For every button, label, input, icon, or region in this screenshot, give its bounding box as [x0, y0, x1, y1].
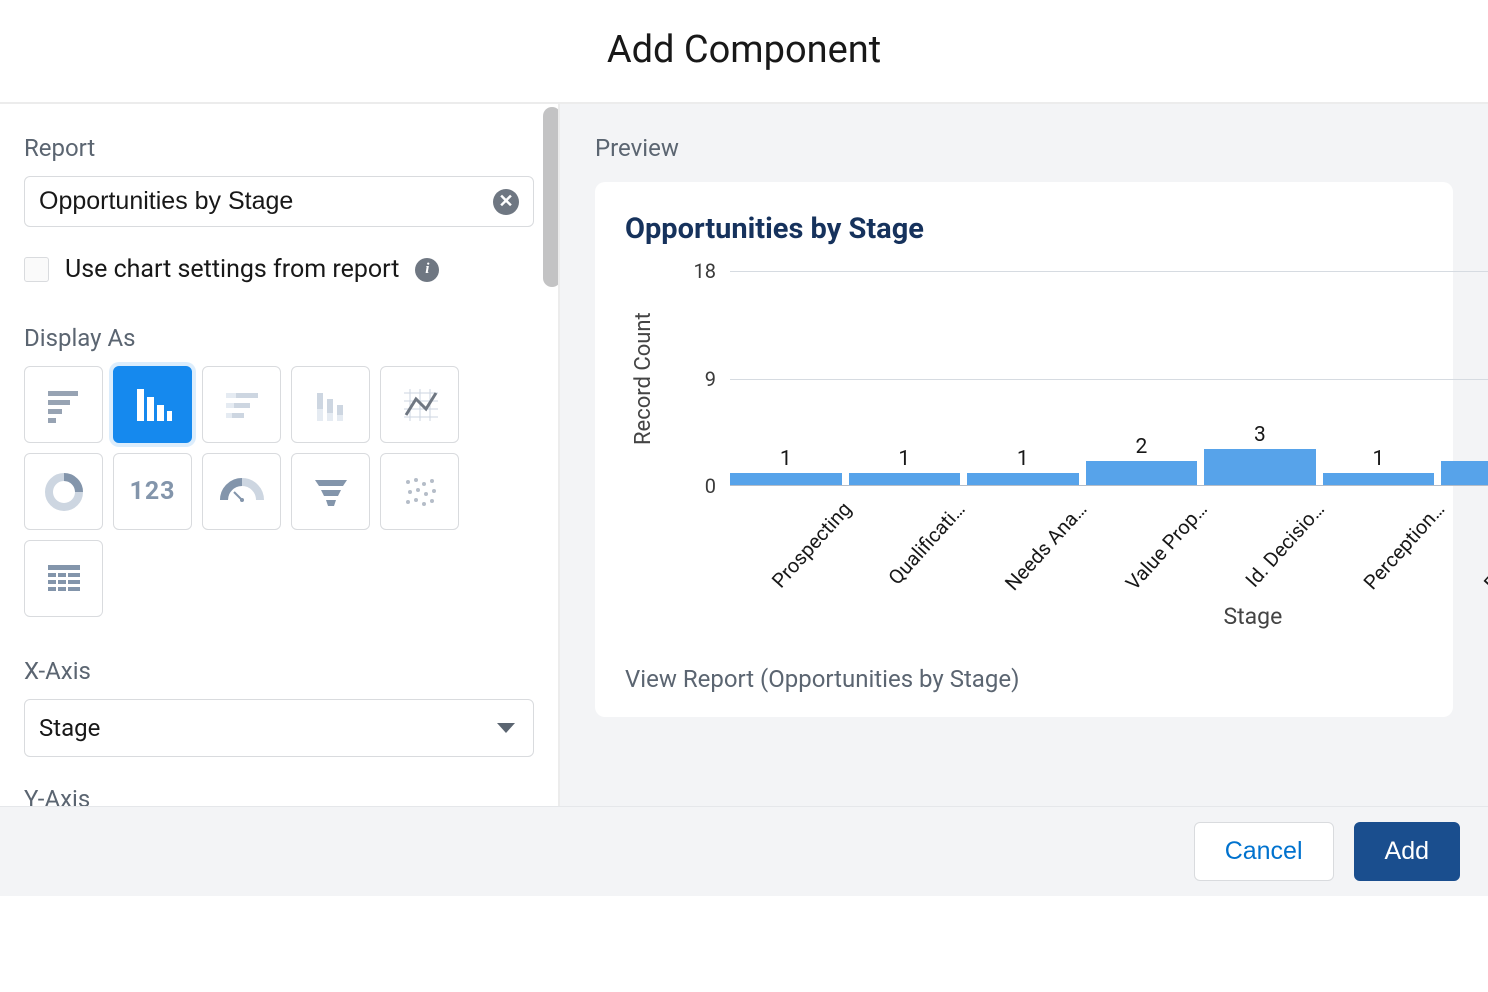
chevron-down-icon: [497, 723, 515, 733]
display-as-label: Display As: [24, 324, 534, 352]
display-donut-icon[interactable]: [24, 453, 103, 530]
add-button[interactable]: Add: [1354, 822, 1460, 881]
bar-rect[interactable]: [1204, 449, 1316, 485]
bar-col: 1: [1323, 271, 1435, 485]
use-chart-settings-checkbox[interactable]: [24, 257, 49, 282]
bar-value-label: 3: [1254, 423, 1266, 447]
bar-rect[interactable]: [1323, 473, 1435, 485]
bar-col: 1: [967, 271, 1079, 485]
clear-report-icon[interactable]: ✕: [493, 189, 519, 215]
content-area: Report ✕ Use chart settings from report …: [0, 104, 1488, 806]
preview-section-label: Preview: [595, 134, 1453, 162]
report-input-combo[interactable]: ✕: [24, 176, 534, 227]
report-field-label: Report: [24, 134, 534, 162]
modal-footer: Cancel Add: [0, 806, 1488, 896]
info-icon[interactable]: i: [415, 258, 439, 282]
xaxis-select[interactable]: Stage: [24, 699, 534, 757]
bar-rect[interactable]: [1441, 461, 1488, 485]
bar-rect[interactable]: [730, 473, 842, 485]
cancel-button[interactable]: Cancel: [1194, 822, 1334, 881]
display-scatter-icon[interactable]: [380, 453, 459, 530]
x-category-label: Perception…: [1321, 494, 1434, 599]
plot-grid: 18 9 0 1112312218: [666, 271, 1488, 486]
display-funnel-icon[interactable]: [291, 453, 370, 530]
y-tick-0: 0: [705, 474, 716, 498]
bar-value-label: 1: [1373, 447, 1385, 471]
bar-col: 1: [730, 271, 842, 485]
bar-rect[interactable]: [849, 473, 961, 485]
x-category-label: Prospecting: [730, 494, 841, 599]
bars-row: 1112312218: [730, 271, 1488, 486]
display-table-icon[interactable]: [24, 540, 103, 617]
display-vertical-bar-icon[interactable]: [113, 366, 192, 443]
bar-value-label: 1: [780, 447, 792, 471]
y-tick-18: 18: [694, 259, 716, 283]
bar-value-label: 2: [1135, 435, 1147, 459]
bar-col: 3: [1204, 271, 1316, 485]
bar-col: 1: [849, 271, 961, 485]
x-category-label: Id. Decisio…: [1204, 494, 1314, 599]
report-input[interactable]: [39, 187, 493, 216]
bar-value-label: 1: [1017, 447, 1029, 471]
x-category-label: Needs Ana…: [962, 494, 1076, 599]
display-metric-icon[interactable]: 123: [113, 453, 192, 530]
plot-area: 18 9 0 1112312218 ProspectingQualificati…: [656, 271, 1488, 641]
x-labels-row: ProspectingQualificati…Needs Ana…Value P…: [730, 494, 1488, 599]
bar-col: 2: [1086, 271, 1198, 485]
x-axis-label: Stage: [716, 603, 1488, 630]
view-report-link[interactable]: View Report (Opportunities by Stage): [625, 665, 1423, 693]
x-category-label: Qualificati…: [848, 494, 955, 599]
chart-title: Opportunities by Stage: [625, 212, 1423, 246]
preview-panel: Preview Opportunities by Stage Record Co…: [560, 104, 1488, 806]
display-as-grid: 123: [24, 366, 534, 617]
display-stacked-vbar-icon[interactable]: [291, 366, 370, 443]
config-panel: Report ✕ Use chart settings from report …: [0, 104, 560, 806]
y-axis-label: Record Count: [625, 271, 656, 486]
scrollbar-thumb[interactable]: [543, 107, 560, 287]
display-horizontal-bar-icon[interactable]: [24, 366, 103, 443]
bar-rect[interactable]: [1086, 461, 1198, 485]
display-line-icon[interactable]: [380, 366, 459, 443]
display-gauge-icon[interactable]: [202, 453, 281, 530]
xaxis-select-value: Stage: [39, 714, 100, 742]
use-chart-settings-row: Use chart settings from report i: [24, 255, 534, 284]
bar-value-label: 1: [898, 447, 910, 471]
bar-rect[interactable]: [967, 473, 1079, 485]
x-category-label: Value Prop…: [1083, 494, 1197, 599]
chart-area: Record Count 18 9 0 1112312218 Prospecti…: [625, 271, 1423, 641]
y-ticks: 18 9 0: [666, 271, 726, 486]
modal-title: Add Component: [0, 0, 1488, 102]
bar-col: 2: [1441, 271, 1488, 485]
preview-card: Opportunities by Stage Record Count 18 9…: [595, 182, 1453, 717]
yaxis-label: Y-Axis: [24, 785, 534, 806]
y-tick-9: 9: [705, 367, 716, 391]
display-stacked-hbar-icon[interactable]: [202, 366, 281, 443]
use-chart-settings-label: Use chart settings from report: [65, 255, 399, 284]
xaxis-label: X-Axis: [24, 657, 534, 685]
